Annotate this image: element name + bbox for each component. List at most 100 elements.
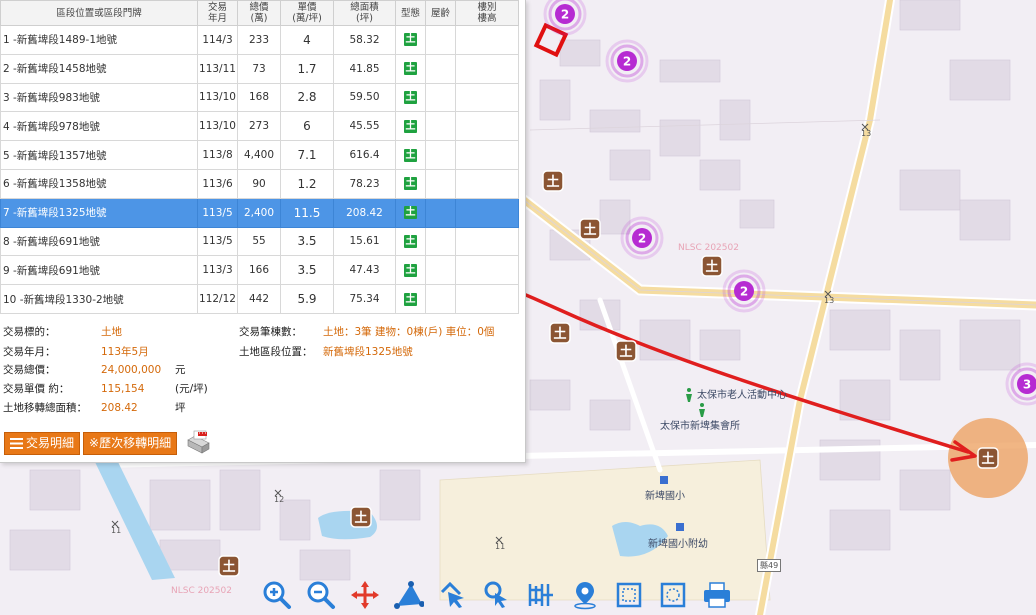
land-marker-icon[interactable]: 土 [350,506,372,528]
land-type-icon: 土 [404,62,417,76]
cell-address: 8 -新舊埤段691地號 [0,226,198,257]
cell-address: 6 -新舊埤段1358地號 [0,168,198,199]
table-row[interactable]: 7 -新舊埤段1325地號 113/5 2,400 11.5 208.42 土 [0,197,519,228]
cell-age [425,82,456,113]
map-watermark: NLSC 202502 [171,586,232,596]
table-row[interactable]: 9 -新舊埤段691地號 113/3 166 3.5 47.43 土 [0,255,519,286]
detail-target: 土地 [101,326,122,338]
cell-area: 45.55 [333,111,396,142]
table-header-row: 區段位置或區段門牌 交易 年月 總價 (萬) 單價 (萬/坪) 總面積 (坪) 型態 屋… [0,0,519,26]
table-row[interactable]: 3 -新舊埤段983地號 113/10 168 2.8 59.50 土 [0,82,519,113]
table-row[interactable]: 4 -新舊埤段978地號 113/10 273 6 45.55 土 [0,111,519,142]
cell-address: 3 -新舊埤段983地號 [0,82,198,113]
svg-text:土: 土 [553,326,566,342]
measure-area-button[interactable] [390,577,427,613]
road-number: 11 [111,526,122,535]
land-marker-icon[interactable]: 土 [549,322,571,344]
transaction-table: 區段位置或區段門牌 交易 年月 總價 (萬) 單價 (萬/坪) 總面積 (坪) 型態 屋… [0,0,519,314]
table-row[interactable]: 8 -新舊埤段691地號 113/5 55 3.5 15.61 土 [0,226,519,257]
print-icon [703,582,730,608]
detail-count: 土地：3筆 建物：0棟(戶) 車位：0個 [323,326,495,338]
measure-distance-button[interactable] [522,577,559,613]
cell-area: 78.23 [333,168,396,199]
svg-text:3: 3 [1023,378,1031,392]
measure-area-icon [393,581,424,609]
cluster-marker[interactable]: 3 [1005,362,1036,406]
svg-text:土: 土 [354,510,367,526]
table-row[interactable]: 1 -新舊埤段1489-1地號 114/3 233 4 58.32 土 [0,25,519,55]
cell-total: 273 [237,111,281,142]
cell-address: 7 -新舊埤段1325地號 [0,197,198,228]
cell-address: 5 -新舊埤段1357地號 [0,140,198,170]
identify-button[interactable] [478,577,515,613]
cell-unit-price: 5.9 [280,284,334,314]
print-button[interactable] [698,577,735,613]
road-number: 11 [495,542,506,551]
cell-floor [455,25,519,55]
cell-total: 166 [237,255,281,286]
col-address[interactable]: 區段位置或區段門牌 [0,0,198,26]
land-marker-icon[interactable]: 土 [579,218,601,240]
cell-total: 4,400 [237,140,281,170]
location-button[interactable] [566,577,603,613]
pdf-icon[interactable] [185,430,211,456]
cell-unit-price: 4 [280,25,334,55]
svg-text:土: 土 [619,344,632,360]
cell-area: 616.4 [333,140,396,170]
cell-total: 73 [237,53,281,84]
cell-type: 土 [395,226,426,257]
cluster-marker[interactable]: 2 [722,269,766,313]
col-floor[interactable]: 樓別 樓高 [455,0,519,26]
cell-floor [455,255,519,286]
table-row[interactable]: 2 -新舊埤段1458地號 113/11 73 1.7 41.85 土 [0,53,519,84]
col-area[interactable]: 總面積 (坪) [333,0,396,26]
cell-age [425,53,456,84]
cell-unit-price: 11.5 [280,197,334,228]
land-marker-icon[interactable]: 土 [977,447,999,469]
clear-button[interactable] [654,577,691,613]
col-date[interactable]: 交易 年月 [197,0,238,26]
select-icon [440,581,464,608]
zoom-in-button[interactable] [258,577,295,613]
zoom-out-button[interactable] [302,577,339,613]
cell-total: 90 [237,168,281,199]
history-transfer-button[interactable]: ※歷次移轉明細 [83,431,178,455]
cell-date: 113/3 [197,255,238,286]
col-total[interactable]: 總價 (萬) [237,0,281,26]
land-marker-icon[interactable]: 土 [542,170,564,192]
cell-age [425,140,456,170]
table-row[interactable]: 6 -新舊埤段1358地號 113/6 90 1.2 78.23 土 [0,168,519,199]
table-row[interactable]: 5 -新舊埤段1357地號 113/8 4,400 7.1 616.4 土 [0,140,519,170]
table-row[interactable]: 10 -新舊埤段1330-2地號 112/12 442 5.9 75.34 土 [0,284,519,314]
cell-total: 55 [237,226,281,257]
cell-area: 58.32 [333,25,396,55]
cell-total: 168 [237,82,281,113]
transaction-panel: 區段位置或區段門牌 交易 年月 總價 (萬) 單價 (萬/坪) 總面積 (坪) 型態 屋… [0,0,526,463]
select-button[interactable] [434,577,471,613]
col-age[interactable]: 屋齡 [425,0,456,26]
tx-detail-button[interactable]: 交易明細 [4,431,81,455]
full-extent-icon [616,582,641,608]
cell-floor [455,226,519,257]
cell-area: 75.34 [333,284,396,314]
cell-age [425,284,456,314]
col-unit-price[interactable]: 單價 (萬/坪) [280,0,334,26]
cluster-marker[interactable]: 2 [620,216,664,260]
land-marker-icon[interactable]: 土 [615,340,637,362]
pan-button[interactable] [346,577,383,613]
cell-unit-price: 2.8 [280,82,334,113]
land-marker-icon[interactable]: 土 [218,555,240,577]
cell-type: 土 [395,53,426,84]
cell-area: 208.42 [333,197,396,228]
cell-date: 113/8 [197,140,238,170]
svg-text:土: 土 [705,259,718,275]
svg-text:2: 2 [740,285,748,299]
col-type[interactable]: 型態 [395,0,426,26]
cell-unit-price: 7.1 [280,140,334,170]
cluster-marker[interactable]: 2 [605,39,649,83]
cell-floor [455,111,519,142]
cell-age [425,255,456,286]
land-marker-icon[interactable]: 土 [701,255,723,277]
cell-date: 113/10 [197,111,238,142]
full-extent-button[interactable] [610,577,647,613]
